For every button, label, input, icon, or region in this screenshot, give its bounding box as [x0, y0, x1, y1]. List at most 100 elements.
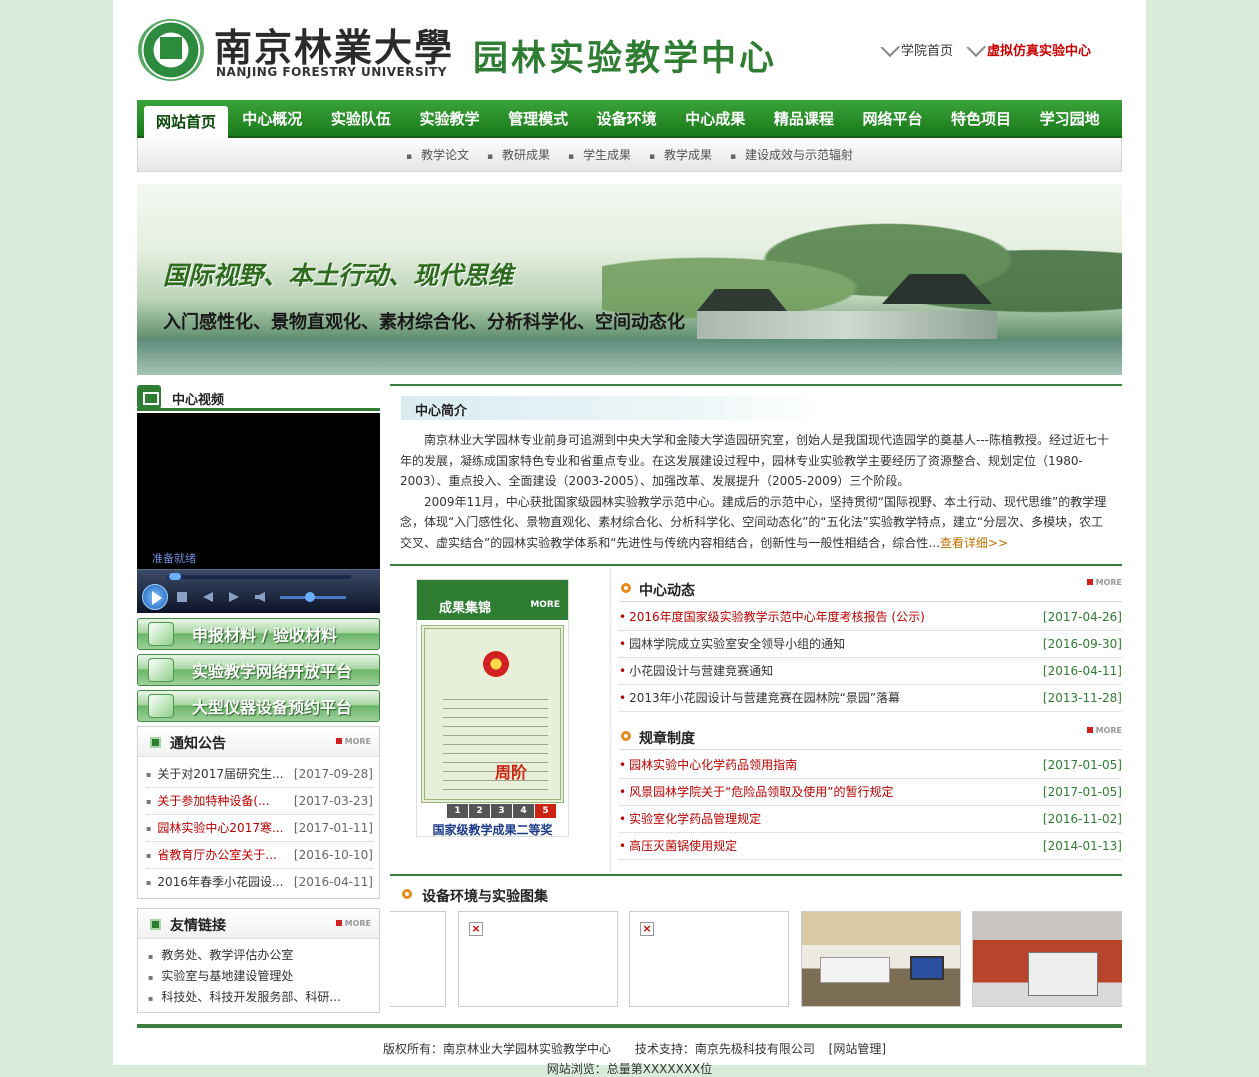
pager-button[interactable]: 2	[469, 804, 490, 818]
footer-support: 技术支持：南京先极科技有限公司	[634, 1042, 815, 1056]
site-admin-link[interactable]: [网站管理]	[829, 1042, 886, 1056]
rules-more-link[interactable]: MORE	[1087, 726, 1122, 735]
notice-item-title[interactable]: 2016年春季小花园设...	[157, 869, 289, 896]
video-player[interactable]: 准备就绪	[137, 413, 380, 613]
news-item-date: [2013-11-28]	[1042, 691, 1122, 705]
pager-button[interactable]: 4	[513, 804, 534, 818]
seek-bar[interactable]	[167, 575, 351, 579]
nav-item-home[interactable]: 网站首页	[144, 106, 228, 138]
rules-item-title[interactable]: 高压灭菌锅使用规定	[629, 833, 1043, 859]
rules-item-title[interactable]: 园林实验中心化学药品领用指南	[629, 752, 1043, 778]
achievement-caption[interactable]: 国家级教学成果二等奖	[417, 821, 568, 838]
subnav-item[interactable]: 教学成果	[649, 146, 712, 163]
section-bullet-icon	[150, 737, 161, 748]
nav-item-learning[interactable]: 学习园地	[1025, 100, 1114, 138]
seek-knob[interactable]	[169, 573, 181, 580]
rules-item[interactable]: 园林实验中心化学药品领用指南[2017-01-05]	[619, 752, 1122, 779]
nav-item-courses[interactable]: 精品课程	[760, 100, 849, 138]
notice-item-title[interactable]: 关于对2017届研究生...	[157, 761, 289, 787]
nav-item-projects[interactable]: 特色项目	[937, 100, 1026, 138]
volume-icon[interactable]	[255, 592, 265, 602]
nav-item-achievements[interactable]: 中心成果	[671, 100, 760, 138]
rules-item-date: [2014-01-13]	[1042, 839, 1122, 853]
tv-icon	[137, 385, 161, 409]
equipment-booking-button[interactable]: 大型仪器设备预约平台	[137, 690, 380, 722]
link-arrow-icon	[966, 36, 986, 57]
friend-link[interactable]: 实验室与基地建设管理处	[148, 966, 371, 987]
gallery-thumb-spectrometer[interactable]	[801, 911, 961, 1007]
previous-icon[interactable]	[203, 592, 213, 602]
nav-item-platform[interactable]: 网络平台	[848, 100, 937, 138]
nav-item-overview[interactable]: 中心概况	[228, 100, 317, 138]
news-item[interactable]: 2016年度国家级实验教学示范中心年度考核报告 (公示)[2017-04-26]	[619, 604, 1122, 631]
news-item-title[interactable]: 小花园设计与营建竞赛通知	[629, 658, 1043, 684]
footer-divider	[137, 1024, 1122, 1028]
links-header: 友情链接 MORE	[138, 909, 379, 939]
notice-item[interactable]: 关于参加特种设备(... [2017-03-23]	[146, 788, 373, 815]
materials-button[interactable]: 申报材料 / 验收材料	[137, 618, 380, 650]
notice-item-date: [2017-09-28]	[293, 767, 373, 781]
news-item-title[interactable]: 园林学院成立实验室安全领导小组的通知	[629, 631, 1043, 657]
news-header: 中心动态 MORE	[619, 572, 1122, 602]
pager-button[interactable]: 1	[447, 804, 468, 818]
player-controls	[137, 569, 380, 613]
site-title: 园林实验教学中心	[473, 38, 778, 79]
view-details-link[interactable]: 查看详细>>	[940, 536, 1008, 550]
achievement-showcase[interactable]: 成果集锦 MORE 周阶 1 2 3 4 5 国家级教学成果二等奖	[416, 579, 569, 837]
certificate-image[interactable]: 周阶	[421, 625, 564, 803]
notice-more-link[interactable]: MORE	[336, 737, 371, 746]
rules-item[interactable]: 高压灭菌锅使用规定[2014-01-13]	[619, 833, 1122, 860]
subnav-item[interactable]: 教研成果	[487, 146, 550, 163]
nav-item-team[interactable]: 实验队伍	[317, 100, 406, 138]
news-item-date: [2016-09-30]	[1042, 637, 1122, 651]
achievement-more-link[interactable]: MORE	[530, 600, 560, 610]
links-more-link[interactable]: MORE	[336, 919, 371, 928]
rules-item-title[interactable]: 风景园林学院关于“危险品领取及使用”的暂行规定	[629, 779, 1043, 805]
gallery-thumb-broken[interactable]: ×	[629, 911, 789, 1007]
news-item-title[interactable]: 2016年度国家级实验教学示范中心年度考核报告 (公示)	[629, 604, 1043, 630]
rules-item-date: [2017-01-05]	[1042, 785, 1122, 799]
news-item[interactable]: 小花园设计与营建竞赛通知[2016-04-11]	[619, 658, 1122, 685]
next-icon[interactable]	[229, 592, 239, 602]
subnav-item[interactable]: 教学论文	[406, 146, 469, 163]
friend-link[interactable]: 教务处、教学评估办公室	[148, 945, 371, 966]
subnav-item[interactable]: 学生成果	[568, 146, 631, 163]
news-item-title[interactable]: 2013年小花园设计与营建竞赛在园林院“景园”落幕	[629, 685, 1043, 711]
university-logo[interactable]: 南京林業大學 NANJING FORESTRY UNIVERSITY	[138, 15, 452, 85]
subnav-item[interactable]: 建设成效与示范辐射	[730, 146, 853, 163]
friend-link[interactable]: 科技处、科技开发服务部、科研...	[148, 987, 371, 1008]
notice-item[interactable]: 2016年春季小花园设... [2016-04-11]	[146, 869, 373, 896]
nav-item-equipment[interactable]: 设备环境	[582, 100, 671, 138]
lake-image	[137, 339, 1122, 375]
news-item-date: [2016-04-11]	[1042, 664, 1122, 678]
pager-button[interactable]: 3	[491, 804, 512, 818]
notice-item[interactable]: 关于对2017届研究生... [2017-09-28]	[146, 761, 373, 788]
gallery-thumb-broken[interactable]: ×	[458, 911, 618, 1007]
rules-item[interactable]: 风景园林学院关于“危险品领取及使用”的暂行规定[2017-01-05]	[619, 779, 1122, 806]
notice-item[interactable]: 省教育厅办公室关于... [2016-10-10]	[146, 842, 373, 869]
gallery-thumb-instrument[interactable]	[972, 911, 1122, 1007]
notice-box: 通知公告 MORE 关于对2017届研究生... [2017-09-28] 关于参加…	[137, 726, 380, 899]
notice-item-date: [2017-03-23]	[293, 794, 373, 808]
rules-list: 园林实验中心化学药品领用指南[2017-01-05]风景园林学院关于“危险品领取…	[619, 752, 1122, 860]
virtual-lab-link[interactable]: 虚拟仿真实验中心	[966, 36, 1091, 59]
news-more-link[interactable]: MORE	[1087, 578, 1122, 587]
notice-item[interactable]: 园林实验中心2017寒... [2017-01-11]	[146, 815, 373, 842]
gallery-thumb[interactable]	[390, 911, 446, 1007]
play-icon[interactable]	[142, 584, 168, 610]
nav-item-management[interactable]: 管理模式	[494, 100, 583, 138]
nav-item-teaching[interactable]: 实验教学	[405, 100, 494, 138]
rules-item-title[interactable]: 实验室化学药品管理规定	[629, 806, 1043, 832]
news-item[interactable]: 园林学院成立实验室安全领导小组的通知[2016-09-30]	[619, 631, 1122, 658]
volume-knob[interactable]	[305, 592, 315, 602]
pager-button-active[interactable]: 5	[535, 804, 556, 818]
rules-header: 规章制度 MORE	[619, 720, 1122, 750]
notice-item-title[interactable]: 省教育厅办公室关于...	[157, 842, 289, 868]
stop-icon[interactable]	[177, 592, 187, 602]
open-platform-button[interactable]: 实验教学网络开放平台	[137, 654, 380, 686]
rules-item[interactable]: 实验室化学药品管理规定[2016-11-02]	[619, 806, 1122, 833]
notice-item-title[interactable]: 园林实验中心2017寒...	[157, 815, 289, 841]
notice-item-title[interactable]: 关于参加特种设备(...	[157, 788, 289, 814]
college-home-link[interactable]: 学院首页	[880, 36, 953, 59]
news-item[interactable]: 2013年小花园设计与营建竞赛在园林院“景园”落幕[2013-11-28]	[619, 685, 1122, 712]
